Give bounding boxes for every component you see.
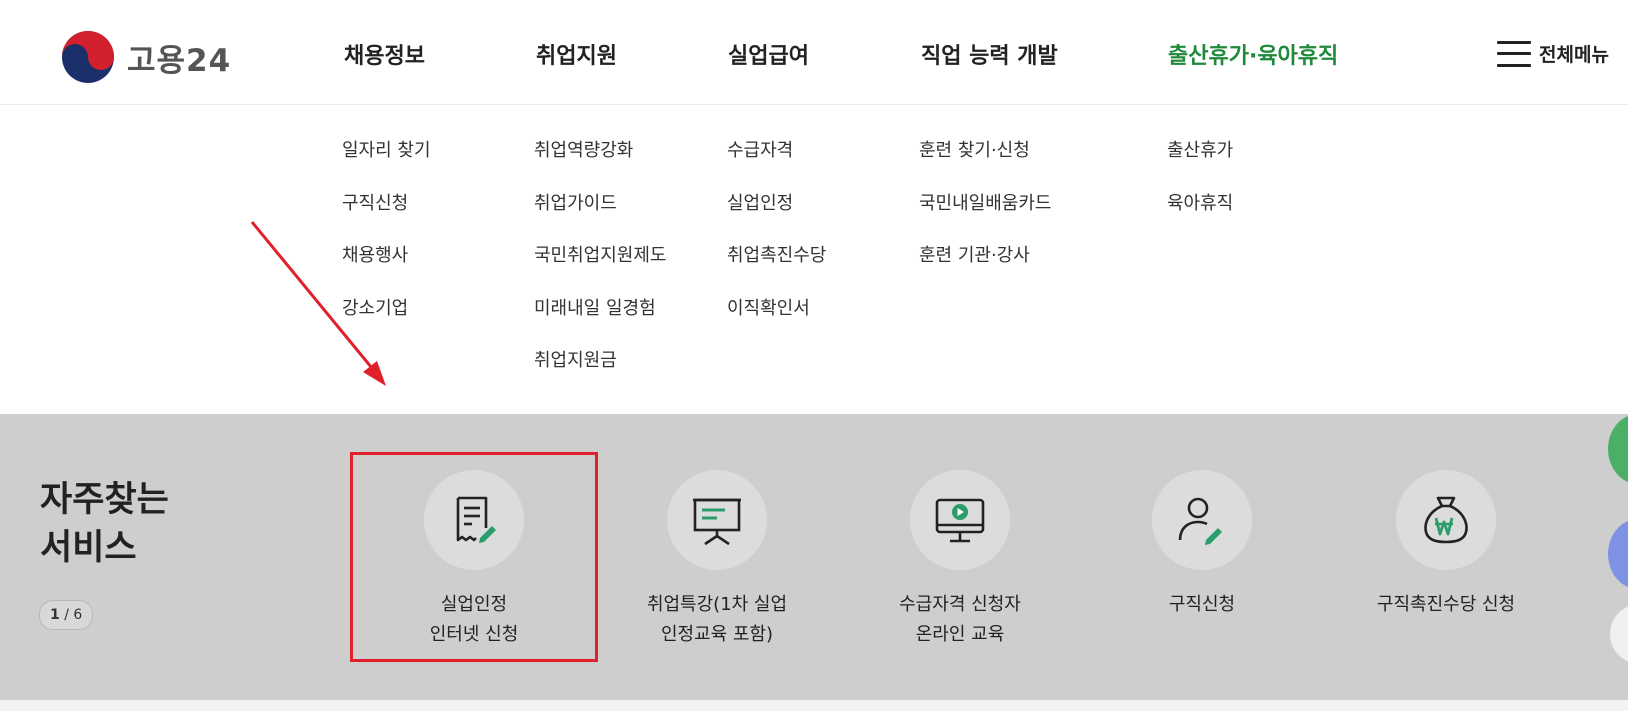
presentation-board-icon <box>693 498 741 546</box>
submenu-recruit-info: 일자리 찾기 구직신청 채용행사 강소기업 <box>342 136 431 346</box>
services-title: 자주찾는 서비스 <box>40 476 169 572</box>
service-label: 구직신청 <box>1168 594 1236 615</box>
submenu-item[interactable]: 미래내일 일경험 <box>534 294 666 347</box>
side-floating-button-white[interactable] <box>1610 604 1628 664</box>
hamburger-icon <box>1497 40 1531 67</box>
monitor-play-icon <box>935 498 985 543</box>
service-job-application[interactable]: 구직신청 <box>1092 470 1312 620</box>
service-label: 실업인정 인터넷 신청 <box>429 594 519 645</box>
submenu-item[interactable]: 취업역량강화 <box>534 136 666 189</box>
document-edit-icon <box>456 496 496 543</box>
nav-employment-support[interactable]: 취업지원 <box>536 38 617 70</box>
submenu-unemployment-benefit: 수급자격 실업인정 취업촉진수당 이직확인서 <box>727 136 826 346</box>
submenu-job-skills: 훈련 찾기·신청 국민내일배움카드 훈련 기관·강사 <box>919 136 1051 294</box>
submenu-item[interactable]: 구직신청 <box>342 189 431 242</box>
taegeuk-logo-icon <box>62 31 114 83</box>
bottom-strip <box>0 700 1628 711</box>
submenu-item[interactable]: 이직확인서 <box>727 294 826 347</box>
submenu-item[interactable]: 출산휴가 <box>1167 136 1233 189</box>
all-menu-label: 전체메뉴 <box>1539 44 1609 66</box>
side-floating-button-green[interactable] <box>1608 414 1628 484</box>
service-job-seeking-allowance[interactable]: 구직촉진수당 신청 <box>1336 470 1556 620</box>
submenu-item[interactable]: 수급자격 <box>727 136 826 189</box>
side-floating-button-blue[interactable] <box>1608 519 1628 589</box>
submenu-item[interactable]: 취업가이드 <box>534 189 666 242</box>
nav-maternity-parental-leave[interactable]: 출산휴가·육아휴직 <box>1168 38 1338 70</box>
submenu-item[interactable]: 훈련 찾기·신청 <box>919 136 1051 189</box>
service-icon-circle <box>424 470 524 570</box>
submenu-item[interactable]: 국민내일배움카드 <box>919 189 1051 242</box>
nav-recruit-info[interactable]: 채용정보 <box>344 38 425 70</box>
submenu-item[interactable]: 취업촉진수당 <box>727 241 826 294</box>
service-online-education[interactable]: 수급자격 신청자 온라인 교육 <box>850 470 1070 650</box>
services-title-line2: 서비스 <box>40 528 137 568</box>
service-icon-circle <box>667 470 767 570</box>
site-logo[interactable]: 고용24 <box>61 30 231 84</box>
site-header: 고용24 채용정보 취업지원 실업급여 직업 능력 개발 출산휴가·육아휴직 전… <box>0 0 1628 105</box>
submenu-item[interactable]: 육아휴직 <box>1167 189 1233 242</box>
nav-unemployment-benefit[interactable]: 실업급여 <box>728 38 809 70</box>
service-employment-lecture[interactable]: 취업특강(1차 실업 인정교육 포함) <box>607 470 827 650</box>
submenu-item[interactable]: 훈련 기관·강사 <box>919 241 1051 294</box>
services-title-line1: 자주찾는 <box>40 480 169 520</box>
frequent-services-section: 자주찾는 서비스 1 / 6 실업인정 인터넷 신청 취업특강(1차 실업 인정… <box>0 414 1628 700</box>
carousel-pager: 1 / 6 <box>39 600 94 630</box>
service-icon-circle <box>910 470 1010 570</box>
nav-job-skills[interactable]: 직업 능력 개발 <box>921 38 1058 70</box>
pager-total: 6 <box>73 607 83 623</box>
service-icon-circle <box>1152 470 1252 570</box>
service-label: 수급자격 신청자 온라인 교육 <box>899 594 1021 645</box>
person-edit-icon <box>1178 497 1222 545</box>
submenu-item[interactable]: 취업지원금 <box>534 346 666 399</box>
submenu-employment-support: 취업역량강화 취업가이드 국민취업지원제도 미래내일 일경험 취업지원금 <box>534 136 666 399</box>
pager-current: 1 <box>50 607 60 623</box>
logo-text: 고용24 <box>127 42 232 79</box>
service-unemployment-recognition[interactable]: 실업인정 인터넷 신청 <box>364 470 584 650</box>
money-bag-won-icon <box>1424 496 1468 544</box>
service-label: 구직촉진수당 신청 <box>1376 594 1516 615</box>
all-menu-button[interactable]: 전체메뉴 <box>1497 40 1609 67</box>
submenu-item[interactable]: 국민취업지원제도 <box>534 241 666 294</box>
pager-separator: / <box>59 607 74 623</box>
submenu-item[interactable]: 채용행사 <box>342 241 431 294</box>
service-icon-circle <box>1396 470 1496 570</box>
submenu-maternity-leave: 출산휴가 육아휴직 <box>1167 136 1233 241</box>
submenu-item[interactable]: 강소기업 <box>342 294 431 347</box>
submenu-item[interactable]: 실업인정 <box>727 189 826 242</box>
service-label: 취업특강(1차 실업 인정교육 포함) <box>646 594 788 645</box>
submenu-item[interactable]: 일자리 찾기 <box>342 136 431 189</box>
